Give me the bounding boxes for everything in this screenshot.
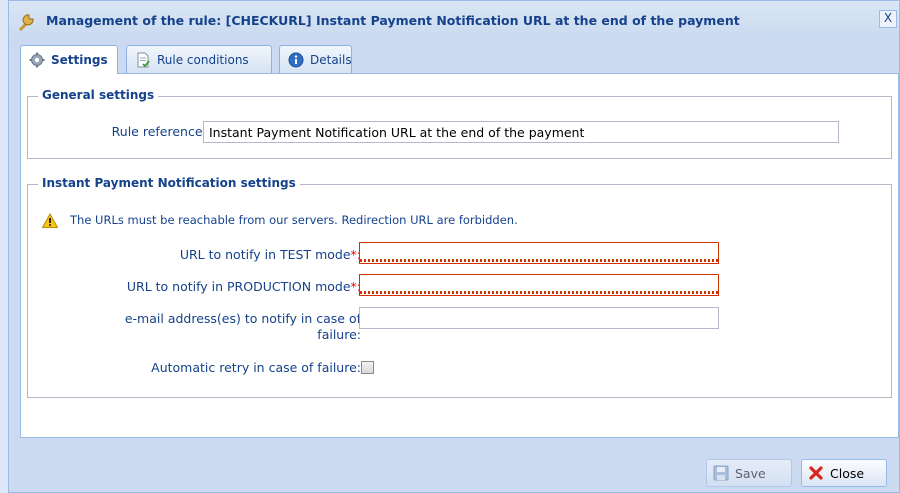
email-notify-label-line2: failure: [317,327,361,342]
tab-rule-conditions[interactable]: Rule conditions [126,45,272,73]
general-settings-legend: General settings [38,88,159,102]
window-close-button[interactable]: X [879,10,897,28]
tab-details-label: Details [310,53,352,67]
auto-retry-label: Automatic retry in case of failure: [151,360,361,375]
floppy-disk-icon [713,465,729,481]
warning-icon [42,213,58,228]
save-button[interactable]: Save [706,459,792,487]
rule-management-window: Management of the rule: [CHECKURL] Insta… [8,0,900,493]
ipn-settings-fieldset: Instant Payment Notification settings Th… [27,176,892,398]
url-test-label: URL to notify in TEST mode*: [179,247,361,262]
email-notify-label-line1: e-mail address(es) to notify in case of [124,311,361,326]
general-settings-fieldset: General settings Rule reference*: Instan… [27,88,892,159]
close-button[interactable]: Close [801,459,887,487]
url-production-label: URL to notify in PRODUCTION mode*: [126,279,361,294]
email-notify-input[interactable] [359,307,719,329]
rule-reference-label: Rule reference*: [112,124,213,139]
tab-details[interactable]: Details [279,45,352,73]
auto-retry-checkbox[interactable] [361,361,374,374]
settings-panel: General settings Rule reference*: Instan… [20,73,899,438]
ipn-settings-legend: Instant Payment Notification settings [38,176,300,190]
info-icon [288,52,304,68]
close-icon [809,466,823,480]
document-icon [137,52,150,68]
window-titlebar[interactable]: Management of the rule: [CHECKURL] Insta… [9,1,899,41]
window-title: Management of the rule: [CHECKURL] Insta… [46,13,740,28]
ipn-warning-text: The URLs must be reachable from our serv… [70,213,518,227]
tab-settings[interactable]: Settings [20,45,118,74]
tab-settings-label: Settings [51,53,108,67]
url-test-input[interactable] [359,242,719,264]
tab-rule-conditions-label: Rule conditions [157,53,249,67]
rule-reference-input[interactable]: Instant Payment Notification URL at the … [203,121,839,143]
url-production-input[interactable] [359,274,719,296]
gear-icon [29,52,45,68]
save-button-label: Save [735,466,766,481]
close-button-label: Close [830,466,865,481]
wrench-icon [19,14,34,31]
